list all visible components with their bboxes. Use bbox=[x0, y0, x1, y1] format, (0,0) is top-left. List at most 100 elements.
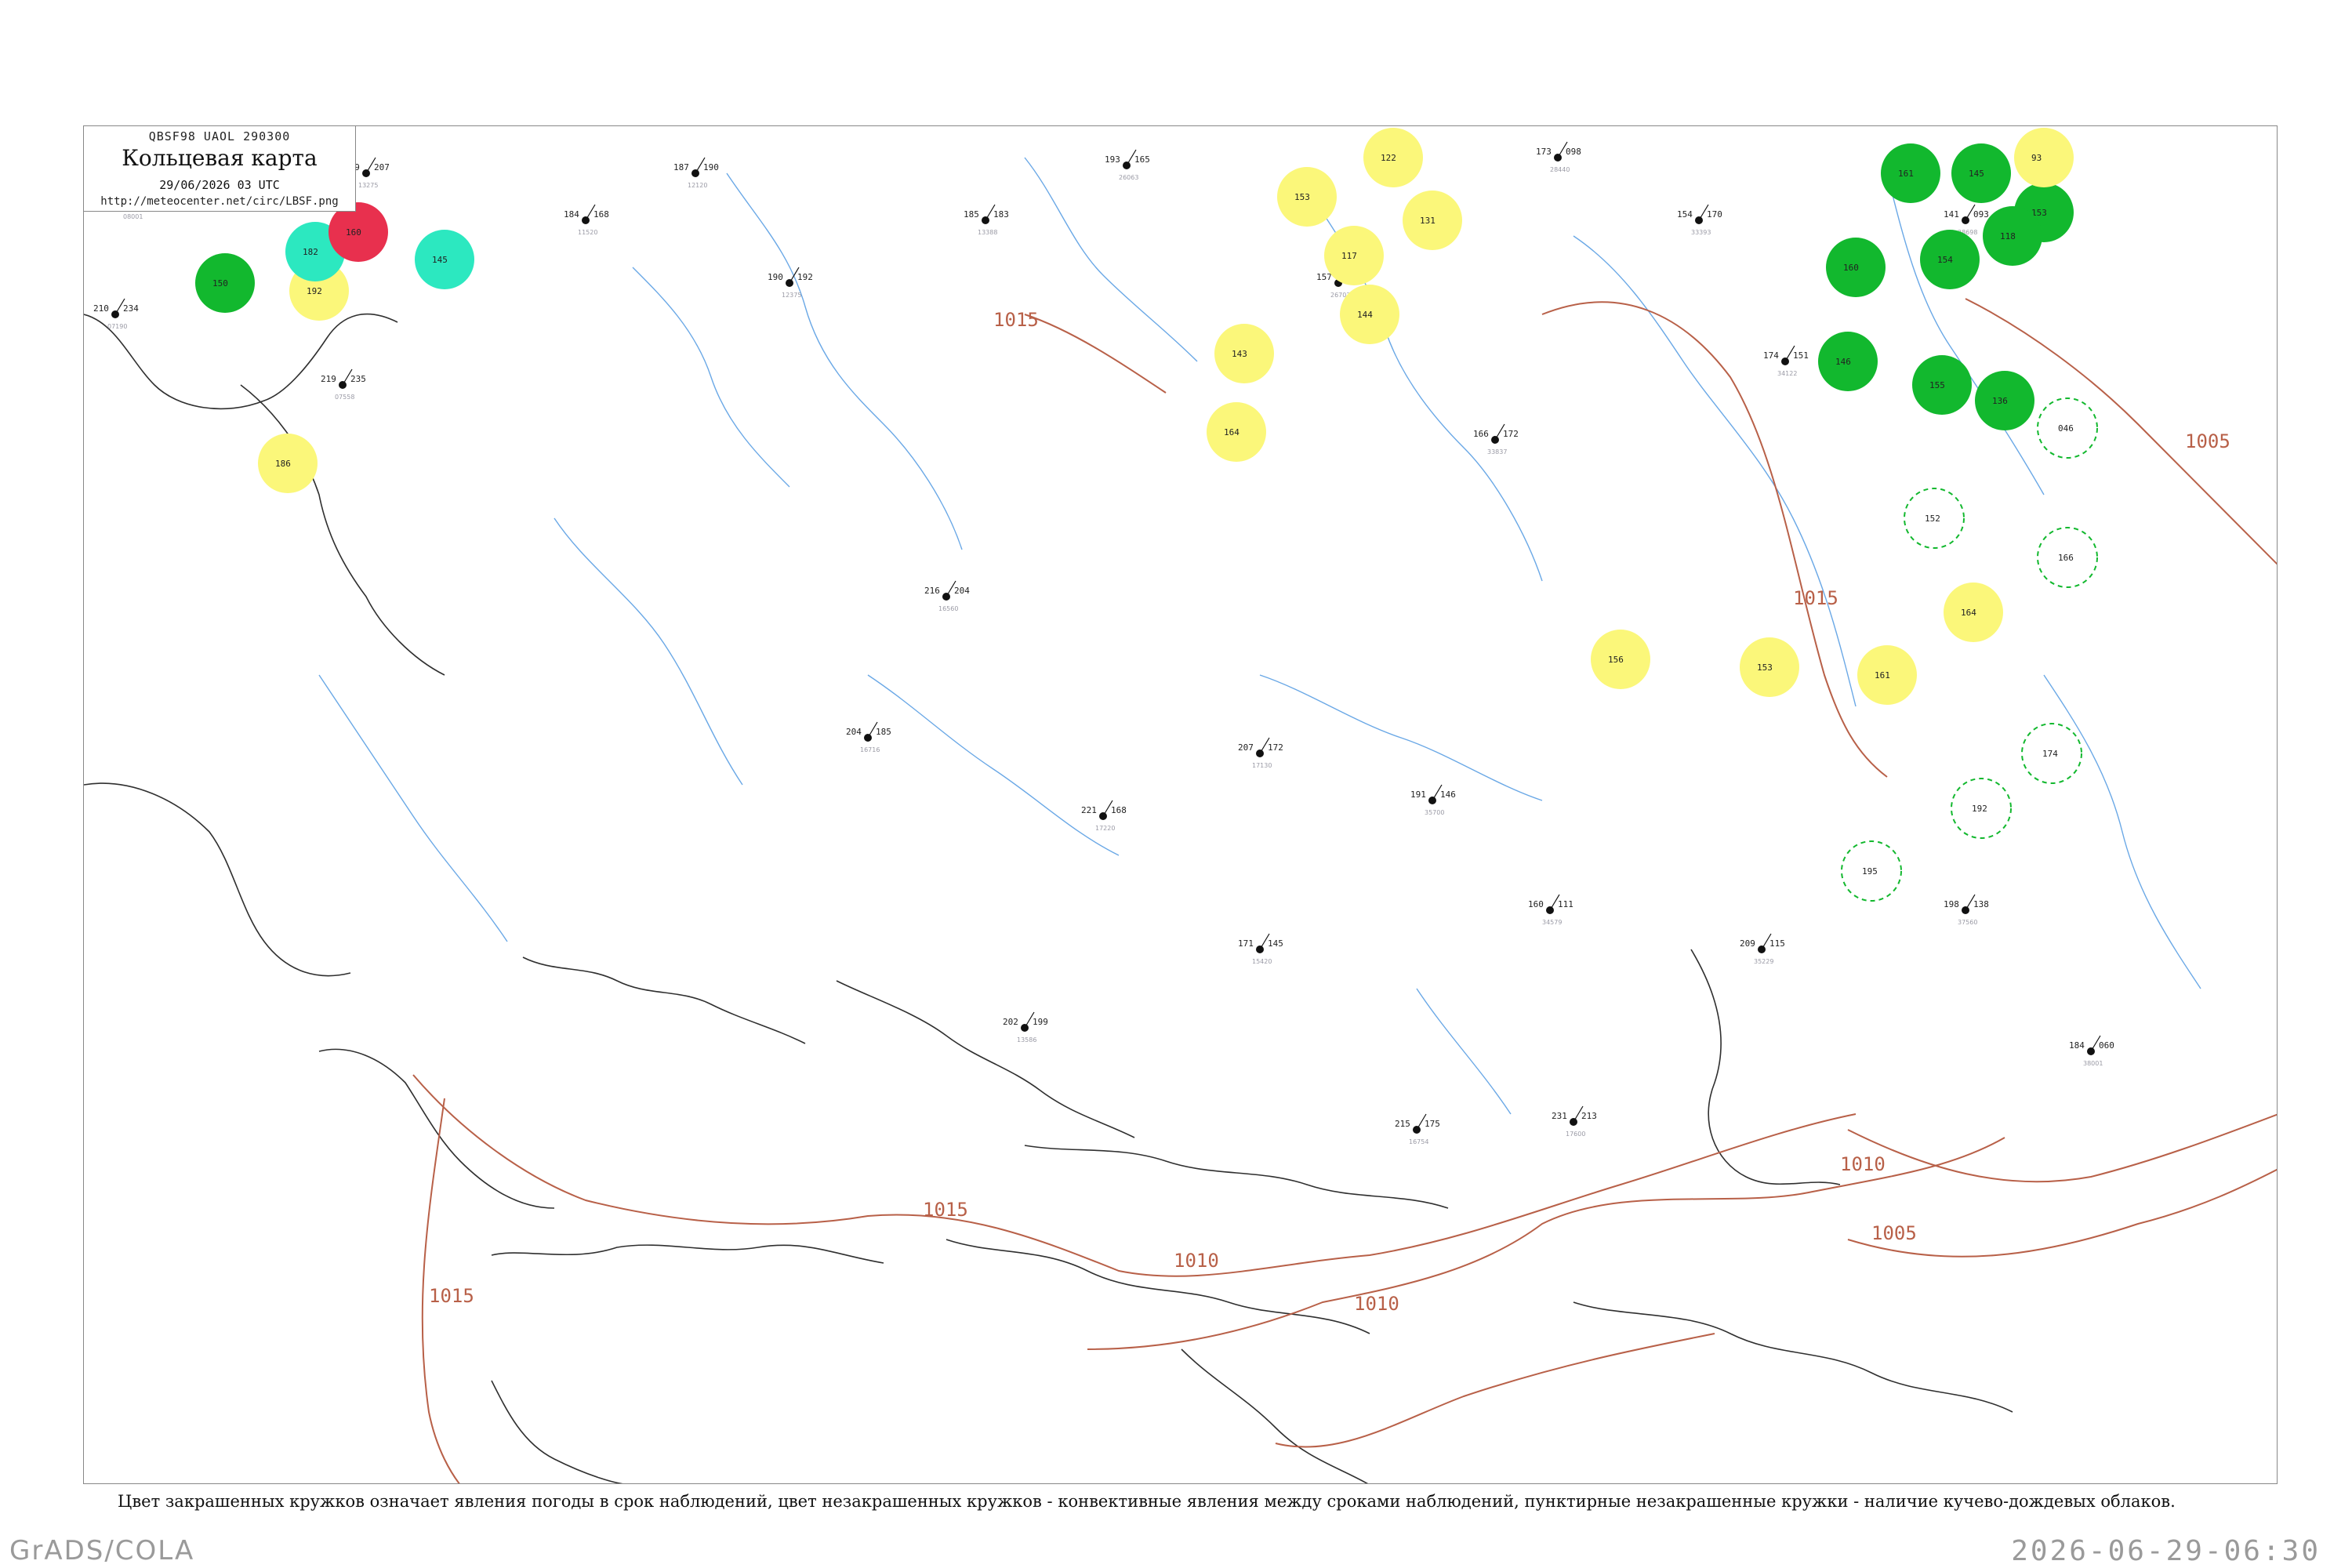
station-pressure: 172 bbox=[1503, 429, 1519, 439]
station-pressure: 111 bbox=[1558, 899, 1573, 909]
station-temp: 198 bbox=[1944, 899, 1959, 909]
weather-marker-value: 155 bbox=[1929, 380, 1945, 390]
station-pressure: 204 bbox=[954, 586, 970, 596]
product-code: QBSF98 UAOL 290300 bbox=[148, 129, 291, 143]
station-pressure: 146 bbox=[1440, 789, 1456, 800]
weather-marker-value: 161 bbox=[1898, 169, 1914, 179]
station-id: 34579 bbox=[1542, 919, 1562, 926]
station-id: 13586 bbox=[1017, 1036, 1036, 1044]
station-temp: 171 bbox=[1238, 938, 1254, 949]
cb-marker-value: 192 bbox=[1972, 804, 1987, 814]
weather-circle bbox=[2014, 128, 2074, 187]
station-temp: 191 bbox=[1410, 789, 1426, 800]
station-plot: 216 204 16560 bbox=[924, 580, 970, 612]
isobar-label: 1010 bbox=[1174, 1250, 1219, 1272]
station-plot: 185 183 13388 bbox=[964, 204, 1009, 236]
station-pressure: 234 bbox=[123, 303, 139, 314]
source-url-link[interactable]: http://meteocenter.net/circ/LBSF.png bbox=[84, 195, 355, 208]
software-credit: GrADS/COLA bbox=[9, 1535, 195, 1566]
weather-marker-fog: 153 bbox=[1277, 167, 1337, 227]
weather-marker-value: 164 bbox=[1961, 608, 1976, 618]
station-plot: 190 192 12375 bbox=[768, 267, 813, 299]
station-pressure: 199 bbox=[1033, 1017, 1048, 1027]
station-pressure: 168 bbox=[593, 209, 609, 220]
weather-marker-rain: 155 bbox=[1912, 355, 1972, 415]
map-title-box: QBSF98 UAOL 290300 Кольцевая карта 29/06… bbox=[83, 125, 356, 212]
isobar-line bbox=[1965, 298, 2277, 565]
rivers bbox=[318, 157, 2201, 1115]
station-id: 12120 bbox=[688, 182, 707, 189]
station-temp: 166 bbox=[1473, 429, 1489, 439]
weather-marker-fog: 143 bbox=[1214, 324, 1274, 383]
isobar-labels: 1015 1015 1015 1015 1010 1010 1010 1005 1005 bbox=[429, 309, 2230, 1315]
station-temp: 190 bbox=[768, 272, 783, 282]
station-pressure: 115 bbox=[1769, 938, 1785, 949]
weather-marker-value: 160 bbox=[346, 227, 361, 238]
weather-marker-rain: 136 bbox=[1975, 371, 2034, 430]
weather-marker-value: 93 bbox=[2031, 153, 2042, 163]
station-temp: 231 bbox=[1552, 1111, 1567, 1121]
isobars bbox=[412, 298, 2277, 1483]
station-pressure: 151 bbox=[1793, 350, 1809, 361]
weather-marker-fog: 93 bbox=[2014, 128, 2074, 187]
weather-marker-value: 182 bbox=[303, 247, 318, 257]
isobar-label: 1015 bbox=[923, 1199, 968, 1221]
map-title: Кольцевая карта bbox=[122, 145, 318, 171]
isobar-line bbox=[1275, 1333, 1715, 1448]
station-id: 34122 bbox=[1777, 370, 1797, 377]
station-id: 11520 bbox=[578, 229, 597, 236]
station-temp: 209 bbox=[1740, 938, 1755, 949]
generated-timestamp: 2026-06-29-06:30 bbox=[2011, 1535, 2321, 1567]
weather-marker-fog: 144 bbox=[1340, 285, 1399, 344]
cb-marker: 192 bbox=[1951, 778, 2012, 839]
weather-marker-value: 118 bbox=[2000, 231, 2016, 241]
weather-marker-fog: 161 bbox=[1857, 645, 1917, 705]
station-temp: 210 bbox=[93, 303, 109, 314]
weather-marker-value: 156 bbox=[1608, 655, 1624, 665]
station-pressure: 098 bbox=[1566, 147, 1581, 157]
station-temp: 193 bbox=[1105, 154, 1120, 165]
station-plots: 199 207 13275 187 190 12120 193 165 26063 173 098 2… bbox=[93, 141, 2114, 1145]
station-plot: 160 111 34579 bbox=[1528, 894, 1573, 926]
station-id: 17600 bbox=[1566, 1131, 1585, 1138]
station-temp: 219 bbox=[321, 374, 336, 384]
station-plot: 187 190 12120 bbox=[673, 157, 719, 189]
weather-marker-value: 154 bbox=[1937, 255, 1953, 265]
station-pressure: 175 bbox=[1425, 1119, 1440, 1129]
map-canvas: 1015 1015 1015 1015 1010 1010 1010 1005 1005 199… bbox=[84, 128, 2277, 1483]
station-temp: 204 bbox=[846, 727, 862, 737]
weather-marker-value: 161 bbox=[1875, 670, 1890, 681]
station-plot: 174 151 34122 bbox=[1763, 345, 1809, 377]
station-id: 08001 bbox=[123, 213, 143, 220]
station-plot: 231 213 17600 bbox=[1552, 1105, 1597, 1138]
weather-marker-fog: 186 bbox=[258, 434, 318, 493]
station-plot: 204 185 16716 bbox=[846, 721, 891, 753]
cb-marker-value: 152 bbox=[1925, 514, 1940, 524]
isobar-line bbox=[1024, 314, 1167, 394]
weather-marker-fog: 164 bbox=[1944, 583, 2003, 642]
weather-marker-shower: 145 bbox=[415, 230, 474, 289]
weather-marker-rain: 146 bbox=[1818, 332, 1878, 391]
station-id: 16560 bbox=[938, 605, 958, 612]
station-id: 13275 bbox=[358, 182, 378, 189]
weather-marker-value: 122 bbox=[1381, 153, 1396, 163]
station-id: 16716 bbox=[860, 746, 880, 753]
station-pressure: 183 bbox=[993, 209, 1009, 220]
station-pressure: 185 bbox=[876, 727, 891, 737]
station-plot: 154 170 33393 bbox=[1677, 204, 1722, 236]
station-pressure: 213 bbox=[1581, 1111, 1597, 1121]
weather-marker-fog: 117 bbox=[1324, 226, 1384, 285]
station-plot: 173 098 28440 bbox=[1536, 141, 1581, 173]
weather-marker-value: 153 bbox=[1757, 662, 1773, 673]
station-id: 13388 bbox=[978, 229, 997, 236]
station-plot: 209 115 35229 bbox=[1740, 933, 1785, 965]
isobar-label: 1015 bbox=[429, 1285, 474, 1307]
station-temp: 141 bbox=[1944, 209, 1959, 220]
station-id: 12375 bbox=[782, 292, 801, 299]
weather-marker-value: 146 bbox=[1835, 357, 1851, 367]
weather-marker-value: 150 bbox=[212, 278, 228, 289]
isobar-label: 1015 bbox=[993, 309, 1039, 331]
station-temp: 154 bbox=[1677, 209, 1693, 220]
station-pressure: 093 bbox=[1973, 209, 1989, 220]
cb-marker: 195 bbox=[1841, 840, 1902, 902]
